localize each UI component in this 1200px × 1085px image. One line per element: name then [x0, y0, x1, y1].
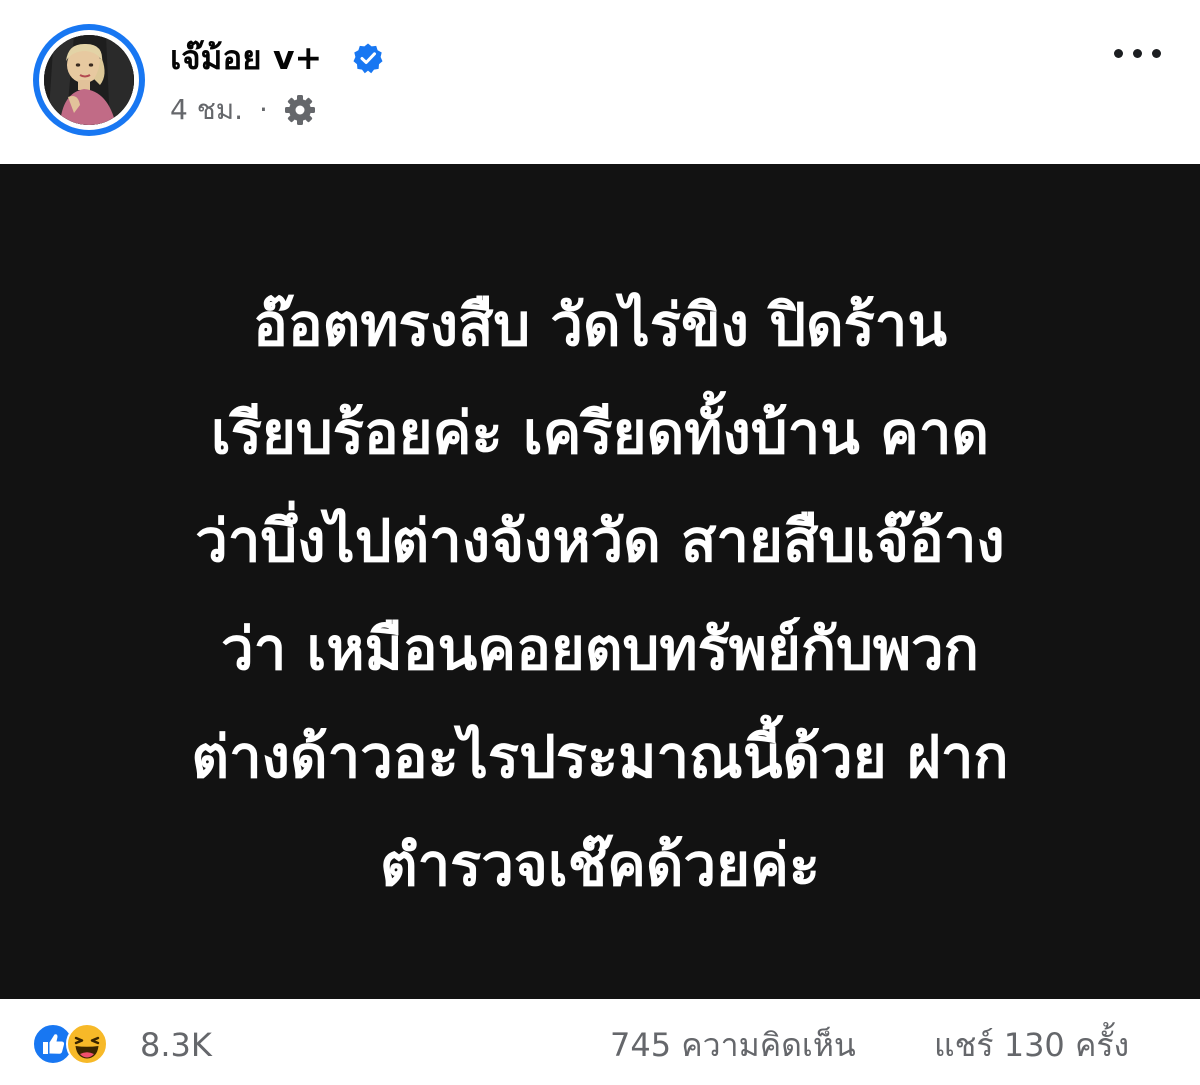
more-options-icon-dot [1133, 49, 1142, 58]
profile-photo-icon [44, 35, 134, 125]
page-name[interactable]: เจ๊ม้อย v+ [170, 36, 322, 80]
share-count-link[interactable]: แชร์ 130 ครั้ง [934, 1025, 1129, 1065]
reaction-count[interactable]: 8.3K [140, 1025, 212, 1065]
gear-icon[interactable] [283, 93, 317, 127]
facebook-post: เจ๊ม้อย v+ 4 ชม. · อ๊อตทรงสืบ วัดไร่ขิง … [0, 0, 1200, 1085]
image-text-line: ต่างด้าวอะไรประมาณนี้ด้วย ฝาก [191, 723, 1009, 791]
image-text-line: ตำรวจเช๊คด้วยค่ะ [379, 831, 821, 899]
avatar-image [44, 35, 134, 125]
more-options-button[interactable] [1110, 38, 1166, 70]
avatar[interactable] [33, 24, 145, 136]
image-text-line: เรียบร้อยค่ะ เครียดทั้งบ้าน คาด [210, 399, 990, 467]
haha-icon [66, 1023, 108, 1065]
comment-count-link[interactable]: 745 ความคิดเห็น [610, 1025, 856, 1065]
image-text-line: ว่าบึ่งไปต่างจังหวัด สายสืบเจ๊อ้าง [195, 507, 1005, 575]
post-header: เจ๊ม้อย v+ 4 ชม. · [0, 0, 1200, 164]
more-options-icon [1114, 49, 1123, 58]
avatar-border [39, 30, 139, 130]
post-timestamp[interactable]: 4 ชม. [170, 90, 243, 130]
image-text: อ๊อตทรงสืบ วัดไร่ขิง ปิดร้าน เรียบร้อยค่… [80, 271, 1120, 919]
post-stats-bar: 8.3K 745 ความคิดเห็น แชร์ 130 ครั้ง [0, 999, 1200, 1085]
separator-dot: · [259, 93, 268, 126]
post-image[interactable]: อ๊อตทรงสืบ วัดไร่ขิง ปิดร้าน เรียบร้อยค่… [0, 164, 1200, 999]
image-text-line: อ๊อตทรงสืบ วัดไร่ขิง ปิดร้าน [252, 291, 948, 359]
more-options-icon-dot [1152, 49, 1161, 58]
verified-badge-icon [353, 43, 383, 74]
image-text-line: ว่า เหมือนคอยตบทรัพย์กับพวก [221, 615, 979, 683]
